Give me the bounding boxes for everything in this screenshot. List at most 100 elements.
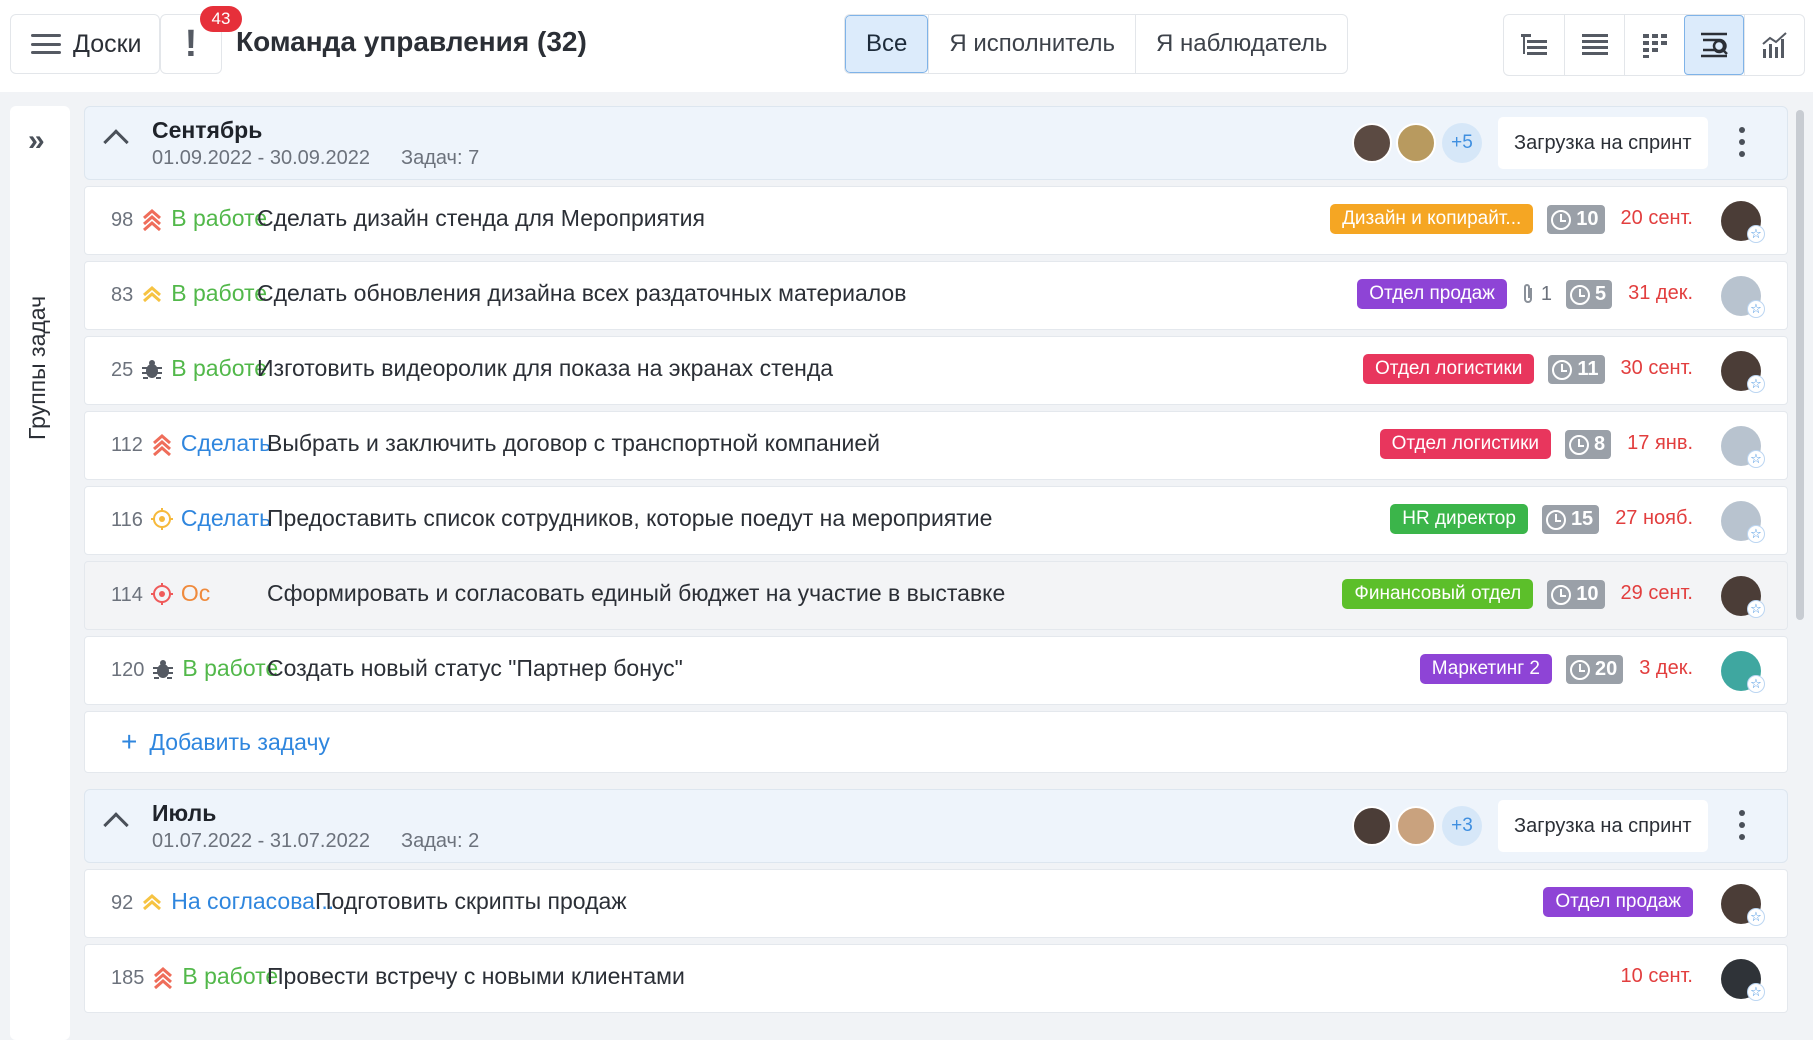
task-status[interactable]: В работе — [182, 655, 278, 682]
sprint-load-button[interactable]: Загрузка на спринт — [1498, 800, 1708, 852]
add-task-button[interactable]: + Добавить задачу — [84, 711, 1788, 773]
page-title: Команда управления (32) — [236, 26, 587, 57]
due-date: 30 сент. — [1620, 357, 1693, 379]
list-view-button[interactable] — [1564, 15, 1624, 75]
more-options-icon[interactable] — [1739, 810, 1745, 840]
clock-icon — [1551, 209, 1572, 230]
group-task-count: Задач: 7 — [401, 147, 480, 169]
priority-target-red-icon — [150, 582, 173, 606]
add-task-label: Добавить задачу — [149, 728, 330, 755]
priority-bug-icon — [141, 357, 163, 381]
avatar[interactable] — [1396, 806, 1436, 846]
filter-all-button[interactable]: Все — [845, 15, 929, 73]
due-date: 10 сент. — [1620, 965, 1693, 987]
boards-label: Доски — [73, 29, 142, 58]
task-status[interactable]: В работе — [171, 280, 267, 307]
sprint-view-icon — [1698, 29, 1730, 61]
sprint-view-view-button[interactable] — [1684, 15, 1744, 75]
sprint-load-button[interactable]: Загрузка на спринт — [1498, 117, 1708, 169]
task-title[interactable]: Подготовить скрипты продаж — [315, 888, 627, 915]
expand-rail-icon[interactable]: » — [28, 124, 45, 158]
time-estimate-value: 8 — [1594, 433, 1606, 455]
department-tag[interactable]: Финансовый отдел — [1342, 579, 1534, 609]
task-title[interactable]: Провести встречу с новыми клиентами — [267, 963, 685, 990]
filter-assignee-button[interactable]: Я исполнитель — [928, 15, 1135, 73]
task-id: 120 — [111, 659, 145, 681]
avatar[interactable] — [1396, 123, 1436, 163]
time-estimate-value: 11 — [1577, 358, 1599, 380]
time-estimate-value: 10 — [1576, 583, 1599, 605]
task-title[interactable]: Сделать дизайн стенда для Мероприятия — [257, 205, 705, 232]
priority-high-icon — [141, 207, 163, 232]
tree-list-icon — [1518, 29, 1550, 61]
priority-medium-icon — [141, 890, 163, 914]
analytics-view-button[interactable] — [1744, 15, 1804, 75]
task-status[interactable]: На согласова... — [171, 888, 334, 915]
task-id: 114 — [111, 584, 143, 606]
due-date: 20 сент. — [1620, 207, 1693, 229]
task-status[interactable]: В работе — [171, 355, 267, 382]
task-id: 25 — [111, 359, 134, 381]
avatar[interactable] — [1352, 123, 1392, 163]
task-title[interactable]: Создать новый статус "Партнер бонус" — [267, 655, 683, 682]
view-switcher — [1503, 14, 1805, 76]
task-id: 112 — [111, 434, 143, 456]
task-status[interactable]: Сделать — [181, 505, 271, 532]
priority-bug-icon — [152, 657, 174, 681]
boards-button[interactable]: Доски — [10, 14, 160, 74]
time-estimate-badge: 20 — [1565, 655, 1624, 684]
task-status[interactable]: Сделать — [181, 430, 271, 457]
priority-target-yellow-icon — [150, 507, 173, 531]
group-header: Июль 01.07.2022 - 31.07.2022 Задач: 2 +3 Заг… — [84, 789, 1788, 863]
department-tag[interactable]: Маркетинг 2 — [1419, 654, 1552, 684]
grid-view-button[interactable] — [1624, 15, 1684, 75]
time-estimate-value: 5 — [1594, 283, 1607, 305]
task-row[interactable]: 25 В работе Изготовить видеоролик для пока… — [84, 336, 1788, 405]
department-tag[interactable]: Отдел продаж — [1357, 279, 1507, 309]
star-icon: ☆ — [1747, 375, 1765, 393]
chevron-up-icon[interactable] — [103, 812, 129, 838]
analytics-icon — [1759, 29, 1791, 61]
task-row[interactable]: 98 В работе Сделать дизайн стенда для Меро… — [84, 186, 1788, 255]
task-status[interactable]: Ос — [181, 580, 210, 607]
task-row[interactable]: 114 Ос Сформировать и согласовать единый б… — [84, 561, 1788, 630]
more-options-icon[interactable] — [1739, 127, 1745, 157]
department-tag[interactable]: HR директор — [1390, 504, 1528, 534]
time-estimate-badge: 15 — [1541, 505, 1600, 534]
attachments[interactable]: 1 — [1521, 282, 1552, 306]
task-status[interactable]: В работе — [171, 205, 267, 232]
avatar[interactable] — [1352, 806, 1392, 846]
scrollbar[interactable] — [1796, 110, 1804, 620]
task-row[interactable]: 83 В работе Сделать обновления дизайна все… — [84, 261, 1788, 330]
more-members-badge[interactable]: +3 — [1442, 806, 1482, 846]
department-tag[interactable]: Отдел логистики — [1379, 429, 1552, 459]
department-tag[interactable]: Дизайн и копирайт... — [1330, 204, 1534, 234]
menu-icon — [31, 34, 61, 54]
task-status[interactable]: В работе — [182, 963, 278, 990]
task-title[interactable]: Выбрать и заключить договор с транспортн… — [267, 430, 880, 457]
task-title[interactable]: Предоставить список сотрудников, которые… — [267, 505, 992, 532]
group-task-count: Задач: 2 — [401, 830, 480, 852]
paperclip-icon — [1521, 282, 1535, 306]
task-title[interactable]: Изготовить видеоролик для показа на экра… — [257, 355, 833, 382]
task-groups-rail: » Группы задач — [10, 106, 70, 1040]
task-row[interactable]: 116 Сделать Предоставить список сотруднико… — [84, 486, 1788, 555]
task-title[interactable]: Сформировать и согласовать единый бюджет… — [267, 580, 1005, 607]
group-members: +3 — [1352, 806, 1482, 846]
task-row[interactable]: 185 В работе Провести встречу с новыми кли… — [84, 944, 1788, 1013]
more-members-badge[interactable]: +5 — [1442, 123, 1482, 163]
chevron-up-icon[interactable] — [103, 129, 129, 155]
department-tag[interactable]: Отдел логистики — [1362, 354, 1535, 384]
plus-icon: + — [121, 726, 138, 757]
filter-watcher-button[interactable]: Я наблюдатель — [1135, 15, 1347, 73]
task-title[interactable]: Сделать обновления дизайна всех раздаточ… — [257, 280, 906, 307]
task-row[interactable]: 112 Сделать Выбрать и заключить договор с … — [84, 411, 1788, 480]
task-row[interactable]: 92 На согласова... Подготовить скрипты про… — [84, 869, 1788, 938]
top-bar: Доски ! 43 Команда управления (32) Все Я … — [0, 0, 1813, 92]
group-date-range: 01.09.2022 - 30.09.2022 — [152, 147, 370, 169]
tree-list-view-button[interactable] — [1504, 15, 1564, 75]
department-tag[interactable]: Отдел продаж — [1543, 887, 1693, 917]
task-row[interactable]: 120 В работе Создать новый статус "Партнер… — [84, 636, 1788, 705]
star-icon: ☆ — [1747, 600, 1765, 618]
task-groups-label[interactable]: Группы задач — [24, 296, 51, 440]
